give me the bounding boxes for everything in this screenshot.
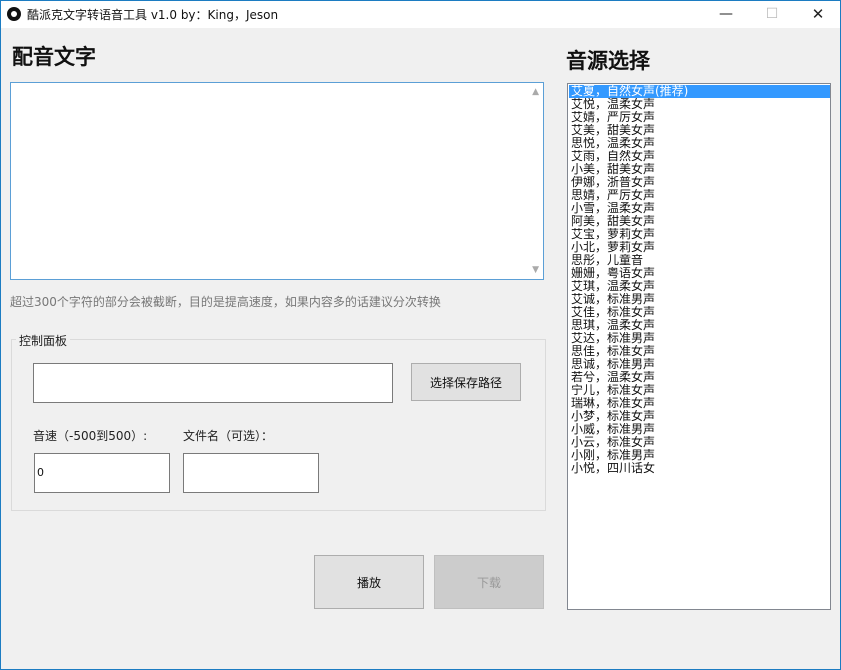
voice-list-item[interactable]: 艾达，标准男声 — [569, 332, 830, 345]
voice-list-item[interactable]: 思琪，温柔女声 — [569, 319, 830, 332]
speed-label: 音速（-500到500）: — [33, 429, 148, 443]
filename-label: 文件名（可选）： — [183, 429, 274, 443]
voice-list-item[interactable]: 小威，标准男声 — [569, 423, 830, 436]
control-panel-legend: 控制面板 — [16, 332, 71, 349]
voice-list-item[interactable]: 艾夏，自然女声(推荐) — [569, 85, 830, 98]
truncation-hint: 超过300个字符的部分会被截断，目的是提高速度，如果内容多的话建议分次转换 — [10, 295, 441, 309]
play-button[interactable]: 播放 — [314, 555, 424, 609]
voice-list-item[interactable]: 艾佳，标准女声 — [569, 306, 830, 319]
voice-list-item[interactable]: 小梦，标准女声 — [569, 410, 830, 423]
dubbing-text-heading: 配音文字 — [12, 45, 96, 69]
voice-list-item[interactable]: 瑞琳，标准女声 — [569, 397, 830, 410]
voice-list-item[interactable]: 小北，萝莉女声 — [569, 241, 830, 254]
speed-input[interactable]: 0 — [34, 453, 170, 493]
voice-list-item[interactable]: 阿美，甜美女声 — [569, 215, 830, 228]
voice-list-item[interactable]: 思婧，严厉女声 — [569, 189, 830, 202]
voice-list-item[interactable]: 思悦，温柔女声 — [569, 137, 830, 150]
download-button[interactable]: 下载 — [434, 555, 544, 609]
voice-list-item[interactable]: 艾宝，萝莉女声 — [569, 228, 830, 241]
scroll-up-icon[interactable]: ▲ — [532, 87, 539, 97]
voice-list-item[interactable]: 艾美，甜美女声 — [569, 124, 830, 137]
choose-save-path-button[interactable]: 选择保存路径 — [411, 363, 521, 401]
app-logo-icon — [7, 7, 21, 21]
voice-list-item[interactable]: 小刚，标准男声 — [569, 449, 830, 462]
voice-list-item[interactable]: 思彤，儿童音 — [569, 254, 830, 267]
voice-list-item[interactable]: 姗姗，粤语女声 — [569, 267, 830, 280]
filename-input[interactable] — [183, 453, 319, 493]
voice-list-item[interactable]: 艾雨，自然女声 — [569, 150, 830, 163]
maximize-button[interactable]: ☐ — [749, 1, 795, 28]
scroll-down-icon[interactable]: ▼ — [532, 265, 539, 275]
app-window: 酷派克文字转语音工具 v1.0 by：King，Jeson — ☐ ✕ 配音文字… — [0, 0, 841, 670]
voice-list-item[interactable]: 艾婧，严厉女声 — [569, 111, 830, 124]
save-path-input[interactable] — [33, 363, 393, 403]
voice-list-item[interactable]: 思诚，标准男声 — [569, 358, 830, 371]
title-bar[interactable]: 酷派克文字转语音工具 v1.0 by：King，Jeson — ☐ ✕ — [1, 1, 840, 28]
voice-list-item[interactable]: 艾诚，标准男声 — [569, 293, 830, 306]
voice-list-item[interactable]: 小雪，温柔女声 — [569, 202, 830, 215]
voice-list-item[interactable]: 若兮，温柔女声 — [569, 371, 830, 384]
minimize-button[interactable]: — — [703, 1, 749, 28]
voice-list-item[interactable]: 伊娜，浙普女声 — [569, 176, 830, 189]
window-title: 酷派克文字转语音工具 v1.0 by：King，Jeson — [27, 8, 279, 22]
voice-list-item[interactable]: 思佳，标准女声 — [569, 345, 830, 358]
voice-list-item[interactable]: 宁儿，标准女声 — [569, 384, 830, 397]
close-button[interactable]: ✕ — [795, 1, 841, 28]
voice-list-item[interactable]: 艾悦，温柔女声 — [569, 98, 830, 111]
voice-list-item[interactable]: 艾琪，温柔女声 — [569, 280, 830, 293]
voice-list-item[interactable]: 小悦，四川话女 — [569, 462, 830, 475]
voice-listbox[interactable]: 艾夏，自然女声(推荐) 艾悦，温柔女声 艾婧，严厉女声 艾美，甜美女声 思悦，温柔女声艾… — [567, 83, 831, 610]
voice-list-item[interactable]: 小云，标准女声 — [569, 436, 830, 449]
voice-source-heading: 音源选择 — [566, 49, 650, 73]
dubbing-text-input[interactable]: ▲ ▼ — [10, 82, 544, 280]
voice-list-item[interactable]: 小美，甜美女声 — [569, 163, 830, 176]
